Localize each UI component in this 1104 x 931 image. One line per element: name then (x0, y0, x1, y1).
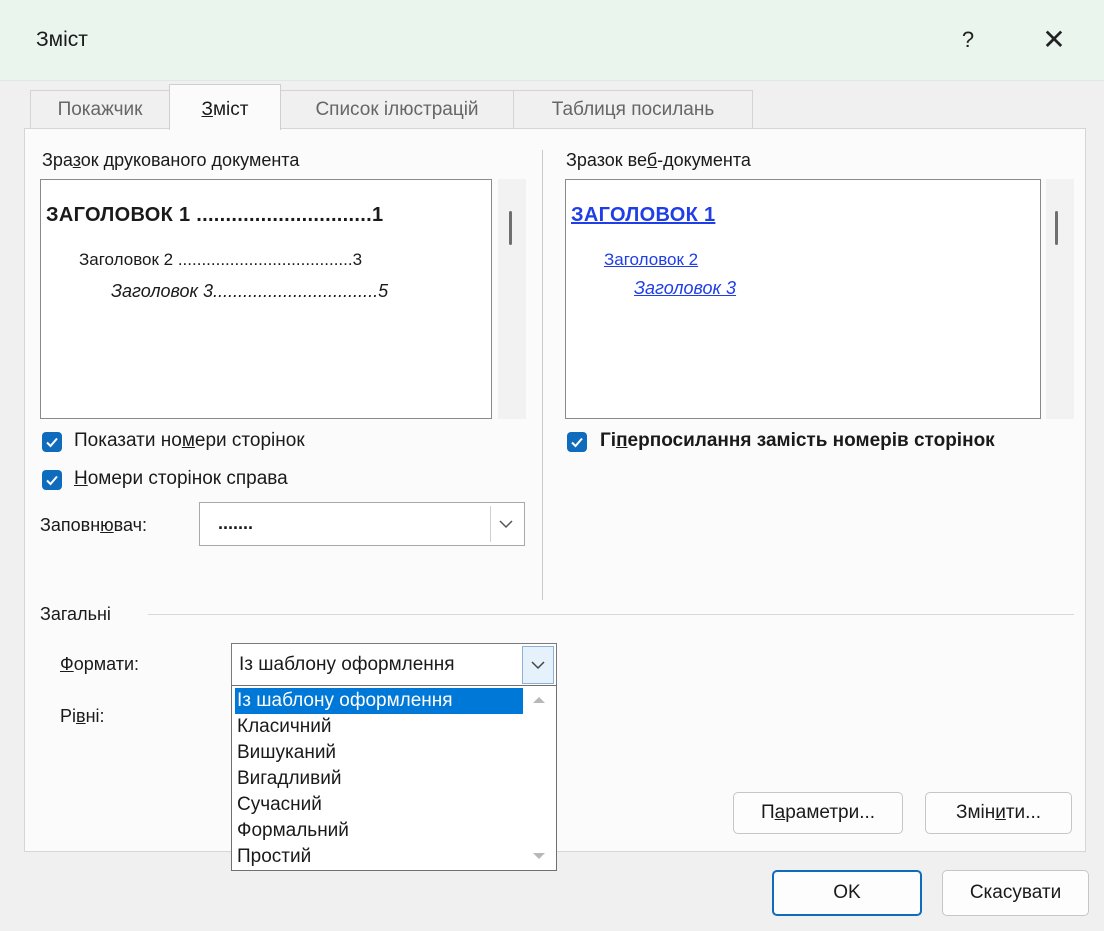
checkmark-icon (46, 475, 58, 486)
web-preview-scrollbar[interactable] (1046, 179, 1074, 419)
cancel-button[interactable]: Скасувати (942, 870, 1089, 916)
title-bar: Зміст ? ✕ (0, 0, 1104, 81)
formats-select[interactable]: Із шаблону оформлення (231, 643, 557, 686)
ok-button[interactable]: OK (772, 870, 922, 916)
window-title: Зміст (36, 28, 88, 51)
print-preview-scrollbar[interactable] (498, 179, 526, 419)
leader-select[interactable]: ....... (199, 502, 525, 546)
formats-option[interactable]: Із шаблону оформлення (235, 688, 523, 714)
web-preview-heading3[interactable]: Заголовок 3 (634, 278, 736, 299)
show-page-numbers-checkbox[interactable] (42, 432, 62, 452)
general-divider (148, 614, 1074, 615)
print-preview-heading2: Заголовок 2 ............................… (79, 250, 363, 269)
close-button[interactable]: ✕ (1032, 18, 1076, 62)
leader-label: Заповнювач: (40, 515, 148, 535)
leader-dropdown-button[interactable] (490, 506, 521, 542)
print-preview-box: ЗАГОЛОВОК 1 ............................… (40, 179, 492, 419)
tab-contents[interactable]: Зміст (169, 84, 281, 130)
tab-contents-label: Зміст (201, 99, 249, 120)
formats-option[interactable]: Простий (237, 844, 311, 870)
help-button[interactable]: ? (948, 18, 988, 62)
options-button[interactable]: Параметри... (733, 792, 903, 834)
show-page-numbers-label[interactable]: Показати номери сторінок (74, 430, 305, 452)
right-align-checkbox[interactable] (42, 470, 62, 490)
scroll-arrows-icon (533, 697, 545, 859)
checkmark-icon (571, 437, 583, 448)
print-preview-heading3: Заголовок 3.............................… (111, 281, 389, 301)
tab-authorities[interactable]: Таблиця посилань (513, 90, 753, 128)
print-preview-heading1: ЗАГОЛОВОК 1 ............................… (46, 204, 384, 226)
tab-index[interactable]: Покажчик (30, 90, 170, 128)
dropdown-scrollbar[interactable] (524, 688, 554, 868)
print-preview-scroll-thumb[interactable] (509, 211, 512, 245)
general-label: Загальні (40, 604, 111, 624)
web-preview-label: Зразок веб-документа (566, 150, 751, 170)
web-preview-heading1[interactable]: ЗАГОЛОВОК 1 (571, 204, 715, 227)
formats-option[interactable]: Вигадливий (237, 766, 341, 792)
formats-option[interactable]: Сучасний (237, 792, 322, 818)
tab-figures-label: Список ілюстрацій (315, 99, 479, 120)
levels-label: Рівні: (60, 706, 105, 726)
formats-option[interactable]: Вишуканий (237, 740, 336, 766)
column-divider (542, 150, 543, 600)
web-preview-box: ЗАГОЛОВОК 1 Заголовок 2 Заголовок 3 (565, 179, 1041, 419)
leader-value: ....... (218, 513, 254, 533)
tab-index-label: Покажчик (57, 99, 143, 120)
web-preview-scroll-thumb[interactable] (1055, 211, 1058, 245)
web-preview-heading2[interactable]: Заголовок 2 (604, 250, 698, 270)
formats-dropdown-list[interactable]: Із шаблону оформлення Класичний Вишукани… (231, 685, 557, 871)
chevron-down-icon (531, 661, 545, 670)
formats-option[interactable]: Класичний (237, 714, 331, 740)
tab-figures[interactable]: Список ілюстрацій (280, 90, 514, 128)
checkmark-icon (46, 437, 58, 448)
modify-button[interactable]: Змінити... (925, 792, 1072, 834)
chevron-down-icon (499, 520, 513, 529)
formats-value: Із шаблону оформлення (239, 654, 455, 675)
hyperlinks-checkbox[interactable] (567, 432, 587, 452)
hyperlinks-label[interactable]: Гіперпосилання замість номерів сторінок (600, 430, 995, 452)
formats-dropdown-button[interactable] (522, 646, 554, 684)
formats-label: Формати: (60, 654, 139, 674)
print-preview-label: Зразок друкованого документа (42, 150, 300, 170)
tab-authorities-label: Таблиця посилань (551, 99, 715, 120)
formats-option[interactable]: Формальний (237, 818, 349, 844)
right-align-label[interactable]: Номери сторінок справа (74, 468, 288, 490)
